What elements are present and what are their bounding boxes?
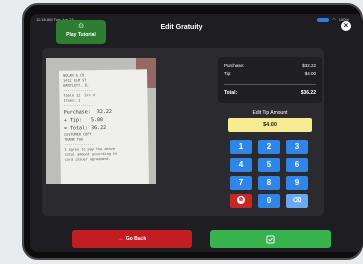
edit-tip-label: Edit Tip Amount [252, 110, 288, 116]
total-label: Total: [224, 90, 238, 96]
arrow-right-icon: → [117, 236, 123, 242]
tip-label: Tip: [224, 71, 232, 76]
tip-value: $4.00 [304, 71, 316, 76]
check-square-icon [266, 234, 275, 244]
purchase-value: $32.22 [302, 63, 316, 68]
page-title: Edit Gratuity [160, 24, 203, 31]
purchase-label: Purchase: [224, 63, 245, 68]
summary-divider [224, 84, 316, 85]
backspace-key[interactable]: ⌫ [286, 194, 308, 208]
key-4[interactable]: 4 [230, 158, 252, 172]
play-tutorial-button[interactable]: ⊙ Play Tutorial [56, 20, 106, 44]
key-9[interactable]: 9 [286, 176, 308, 190]
backspace-icon: ⌫ [292, 198, 302, 204]
go-back-button[interactable]: → Go Back [72, 230, 192, 248]
key-5[interactable]: 5 [258, 158, 280, 172]
key-3[interactable]: 3 [286, 140, 308, 154]
clear-key[interactable]: ⊗ [230, 194, 252, 208]
receipt-line: card issuer agreement. [64, 156, 111, 162]
purchase-row: Purchase: $32.22 [224, 63, 316, 68]
key-6[interactable]: 6 [286, 158, 308, 172]
receipt-photo: NOLAN & CO. 1412 ELM ST BARTLETT, IL ---… [46, 58, 156, 184]
key-0[interactable]: 0 [258, 194, 280, 208]
total-value: $36.22 [300, 90, 316, 96]
close-button[interactable]: × [341, 21, 351, 31]
camera-indicator-icon [317, 17, 330, 22]
tip-row: Tip: $4.00 [224, 71, 316, 76]
total-row: Total: $36.22 [224, 90, 316, 96]
clear-icon: ⊗ [237, 196, 245, 205]
close-icon: × [343, 21, 349, 30]
numeric-keypad: 1 2 3 4 5 6 7 8 9 ⊗ 0 ⌫ [230, 140, 310, 211]
wifi-icon: ◠ [332, 17, 336, 22]
amount-summary: Purchase: $32.22 Tip: $4.00 Total: $36.2… [218, 57, 322, 103]
key-2[interactable]: 2 [258, 140, 280, 154]
confirm-button[interactable] [210, 230, 331, 248]
key-1[interactable]: 1 [230, 140, 252, 154]
receipt-paper: NOLAN & CO. 1412 ELM ST BARTLETT, IL ---… [58, 69, 150, 184]
go-back-label: Go Back [125, 236, 147, 242]
tip-amount-field[interactable]: $4.00 [228, 118, 312, 132]
key-7[interactable]: 7 [230, 176, 252, 190]
key-8[interactable]: 8 [258, 176, 280, 190]
play-circle-icon: ⊙ [78, 23, 84, 30]
play-tutorial-label: Play Tutorial [66, 32, 96, 38]
